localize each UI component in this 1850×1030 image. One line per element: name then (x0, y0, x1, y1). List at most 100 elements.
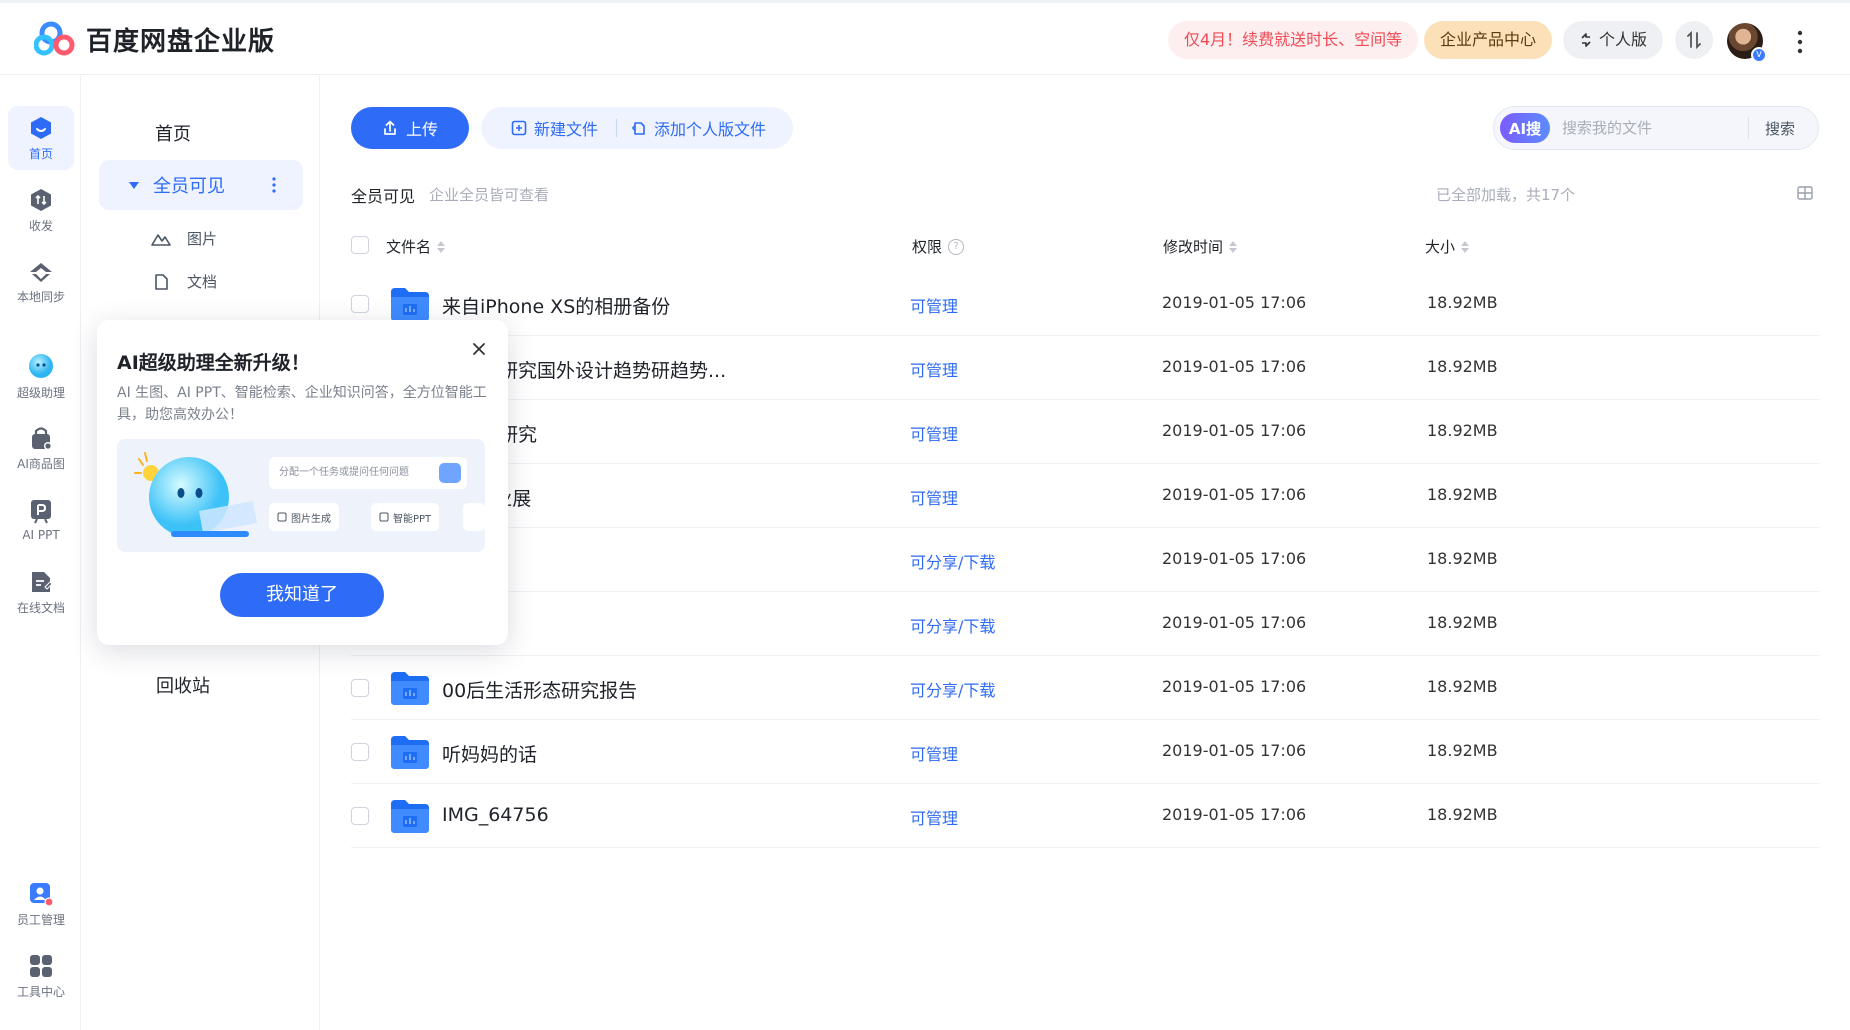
more-options-icon[interactable] (271, 177, 277, 193)
permission-link[interactable]: 可分享/下载 (910, 677, 995, 701)
new-file-icon (511, 120, 527, 136)
table-row[interactable]: 听妈妈的话 可管理 2019-01-05 17:06 18.92MB (351, 720, 1819, 784)
rail-item-home[interactable]: 首页 (8, 106, 74, 170)
sidebar-item-trash[interactable]: 回收站 (156, 672, 210, 698)
permission-link[interactable]: 可分享/下载 (910, 549, 995, 573)
brand-title: 百度网盘企业版 (86, 27, 276, 57)
sidebar-item-label: 图片 (187, 230, 218, 248)
transfer-list-button[interactable] (1675, 21, 1713, 59)
modified-time: 2019-01-05 17:06 (1162, 805, 1307, 824)
table-row[interactable]: 00后生活形态研究报告 可分享/下载 2019-01-05 17:06 18.92MB (351, 656, 1819, 720)
header-name[interactable]: 文件名 (386, 236, 446, 257)
more-menu-icon[interactable] (1796, 29, 1804, 55)
ai-product-image-icon (32, 426, 52, 450)
table-row[interactable]: IMG_64756 可管理 2019-01-05 17:06 18.92MB (351, 784, 1819, 848)
file-size: 18.92MB (1427, 485, 1498, 504)
permission-link[interactable]: 可管理 (910, 805, 958, 829)
file-name[interactable]: 00后生活形态研究报告 (442, 676, 637, 703)
transfer-hex-icon (31, 188, 51, 211)
search-input[interactable] (1562, 119, 1742, 137)
file-name[interactable]: 听妈妈的话 (442, 740, 537, 767)
header-mtime[interactable]: 修改时间 (1163, 236, 1238, 257)
rail-item-online-doc[interactable]: 在线文档 (8, 560, 74, 624)
row-checkbox[interactable] (351, 743, 369, 761)
header-size[interactable]: 大小 (1425, 236, 1470, 257)
chip-smart-ppt: 智能PPT (371, 503, 440, 531)
search-button[interactable]: 搜索 (1765, 118, 1795, 139)
rail-label: 本地同步 (16, 289, 65, 304)
permission-link[interactable]: 可管理 (910, 421, 958, 445)
table-row[interactable]: 片可分享/下载2019-01-05 17:0618.92MB (351, 528, 1819, 592)
verified-badge-icon: V (1751, 47, 1767, 63)
upload-icon (384, 120, 396, 135)
folder-icon (391, 736, 429, 769)
row-checkbox[interactable] (351, 807, 369, 825)
modified-time: 2019-01-05 17:06 (1162, 741, 1307, 760)
rail-label: AI PPT (22, 528, 60, 542)
ai-search-tag[interactable]: AI搜 (1500, 113, 1550, 143)
home-icon (31, 116, 51, 139)
ai-mascot-icon (134, 452, 257, 537)
app-header: 百度网盘企业版 仅4月！续费就送时长、空间等 企业产品中心 个人版 V (0, 3, 1850, 75)
new-file-label: 新建文件 (534, 120, 599, 139)
rail-item-staff-manage[interactable]: 员工管理 (8, 872, 74, 936)
personal-edition-button[interactable]: 个人版 (1563, 21, 1664, 59)
main-content: 上传 新建文件 添加个人版文件 AI搜 搜索 全员可见 企业全员皆可查看 已全部… (320, 76, 1850, 1030)
document-icon (155, 273, 168, 290)
rail-label: 员工管理 (16, 912, 65, 927)
sort-icon (1461, 240, 1470, 253)
rail-item-tool-center[interactable]: 工具中心 (8, 944, 74, 1008)
permission-link[interactable]: 可管理 (910, 741, 958, 765)
baidu-netdisk-logo[interactable] (34, 21, 80, 57)
file-size: 18.92MB (1427, 805, 1498, 824)
rail-item-transfer[interactable]: 收发 (8, 178, 74, 242)
file-size: 18.92MB (1427, 421, 1498, 440)
table-row[interactable]: 的设计可分享/下载2019-01-05 17:0618.92MB (351, 592, 1819, 656)
new-file-button[interactable]: 新建文件 (481, 116, 616, 140)
tool-center-icon (30, 954, 52, 977)
sidebar-item-images[interactable]: 图片 (151, 228, 217, 249)
rail-item-ai-assistant[interactable]: 超级助理 (8, 344, 74, 408)
table-row[interactable]: 计趋势研究可管理2019-01-05 17:0618.92MB (351, 400, 1819, 464)
file-name[interactable]: 来自iPhone XS的相册备份 (442, 292, 670, 319)
header-permission: 权限 ? (912, 236, 965, 257)
acknowledge-button[interactable]: 我知道了 (220, 573, 384, 617)
image-icon (151, 233, 171, 246)
help-icon[interactable]: ? (948, 238, 965, 255)
rail-item-sync[interactable]: 本地同步 (8, 250, 74, 314)
permission-link[interactable]: 可分享/下载 (910, 613, 995, 637)
sidebar-item-all-members[interactable]: 全员可见 (99, 160, 303, 210)
view-toggle-icon[interactable] (1797, 186, 1813, 200)
modified-time: 2019-01-05 17:06 (1162, 613, 1307, 632)
permission-link[interactable]: 可管理 (910, 357, 958, 381)
chip-label: 图片生成 (291, 513, 331, 525)
chip-label: 智能PPT (393, 513, 432, 525)
modified-time: 2019-01-05 17:06 (1162, 357, 1307, 376)
rail-label: 收发 (28, 218, 53, 233)
switch-icon (1581, 33, 1591, 47)
table-row[interactable]: R美毕业展可管理2019-01-05 17:0618.92MB (351, 464, 1819, 528)
permission-link[interactable]: 可管理 (910, 485, 958, 509)
sidebar-item-home[interactable]: 首页 (155, 120, 191, 146)
permission-link[interactable]: 可管理 (910, 293, 958, 317)
product-center-button[interactable]: 企业产品中心 (1424, 21, 1553, 59)
table-row[interactable]: 来自iPhone XS的相册备份 可管理 2019-01-05 17:06 18.92… (351, 272, 1819, 336)
table-row[interactable]: 计趋势研究国外设计趋势研趋势... 可管理 2019-01-05 17:06 18.9… (351, 336, 1819, 400)
rail-label: 首页 (28, 146, 53, 161)
add-personal-file-button[interactable]: 添加个人版文件 (617, 116, 784, 140)
sidebar-item-documents[interactable]: 文档 (151, 271, 217, 292)
file-name[interactable]: IMG_64756 (442, 804, 549, 826)
upload-button[interactable]: 上传 (351, 107, 469, 149)
modified-time: 2019-01-05 17:06 (1162, 485, 1307, 504)
image-gen-icon (277, 512, 287, 522)
row-checkbox[interactable] (351, 679, 369, 697)
rail-label: 在线文档 (16, 600, 65, 615)
caret-down-icon (129, 181, 139, 189)
row-checkbox[interactable] (351, 295, 369, 313)
ai-assistant-icon (29, 353, 53, 378)
select-all-checkbox[interactable] (351, 236, 369, 254)
rail-item-ai-product-image[interactable]: AI商品图 (8, 416, 74, 480)
rail-item-ai-ppt[interactable]: AI PPT (8, 488, 74, 552)
close-icon[interactable] (470, 340, 488, 358)
promo-banner[interactable]: 仅4月！续费就送时长、空间等 (1168, 21, 1419, 59)
